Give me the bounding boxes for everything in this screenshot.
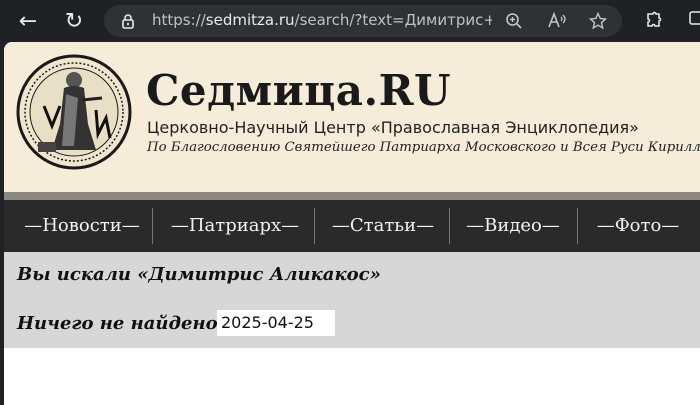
nav-item-articles[interactable]: —Статьи— — [320, 200, 446, 252]
search-results: Вы искали «Димитрис Аликакос» Ничего не … — [4, 252, 700, 348]
header-divider — [4, 192, 700, 200]
extensions-icon[interactable] — [640, 8, 666, 34]
web-page: Седмица.RU Церковно-Научный Центр «Право… — [4, 42, 700, 405]
nav-separator — [314, 208, 315, 244]
main-nav: —Новости— —Патриарх— —Статьи— —Видео— —Ф… — [4, 200, 700, 252]
nav-separator — [577, 208, 578, 244]
browser-toolbar: ← ↻ https://sedmitza.ru/search/?text=Дим… — [0, 0, 700, 42]
site-logo[interactable] — [16, 54, 132, 170]
url-host: sedmitza.ru — [205, 11, 295, 29]
nav-item-news[interactable]: —Новости— — [14, 200, 150, 252]
nav-item-patriarch[interactable]: —Патриарх— — [160, 200, 310, 252]
nav-item-video[interactable]: —Видео— — [456, 200, 570, 252]
site-subtitle: Церковно-Научный Центр «Православная Энц… — [147, 118, 639, 137]
reload-icon[interactable]: ↻ — [59, 6, 89, 36]
browser-menu-icon[interactable] — [684, 8, 700, 34]
url-text[interactable]: https://sedmitza.ru/search/?text=Димитри… — [152, 11, 492, 29]
favorite-star-icon[interactable] — [588, 11, 608, 31]
site-title[interactable]: Седмица.RU — [146, 66, 451, 115]
nav-separator — [449, 208, 450, 244]
back-arrow-icon[interactable]: ← — [13, 6, 43, 36]
no-results-text: Ничего не найдено — [17, 313, 218, 334]
lock-icon[interactable] — [120, 13, 136, 29]
address-bar[interactable]: https://sedmitza.ru/search/?text=Димитри… — [104, 5, 622, 37]
url-scheme: https:// — [152, 11, 206, 29]
read-aloud-icon[interactable] — [547, 11, 567, 31]
search-heading: Вы искали «Димитрис Аликакос» — [17, 264, 381, 285]
nav-separator — [152, 208, 153, 244]
site-header: Седмица.RU Церковно-Научный Центр «Право… — [4, 42, 700, 192]
zoom-in-icon[interactable] — [504, 11, 524, 31]
url-path: /search/?text=Димитрис+Алик... — [294, 11, 492, 29]
nav-item-photo[interactable]: —Фото— — [584, 200, 692, 252]
site-blessing: По Благословению Святейшего Патриарха Мо… — [147, 140, 700, 155]
date-stamp: 2025-04-25 — [217, 310, 335, 336]
